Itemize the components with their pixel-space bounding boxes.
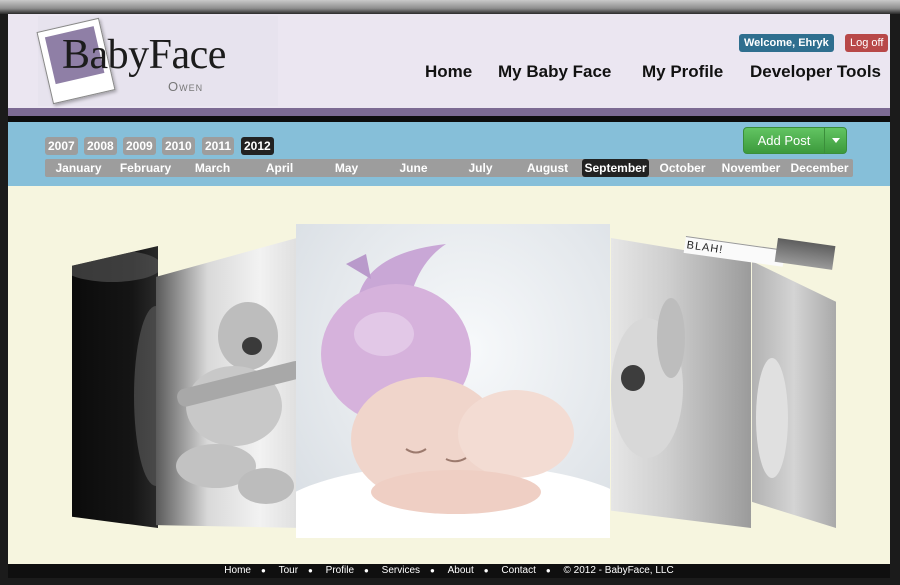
month-tab-may[interactable]: May — [313, 159, 380, 177]
gallery-photo-right[interactable] — [611, 238, 751, 528]
bullet-icon: ● — [364, 566, 369, 575]
yawning-baby-held-icon — [176, 302, 304, 504]
bullet-icon: ● — [308, 566, 313, 575]
month-tab-december[interactable]: December — [786, 159, 853, 177]
window-titlebar — [0, 0, 900, 14]
baby-photo-dark-icon — [72, 250, 158, 486]
baby-photo-gray-icon — [756, 358, 788, 478]
caret-down-icon[interactable] — [832, 138, 840, 143]
footer-link-services[interactable]: Services — [382, 565, 420, 576]
gallery-photo-center[interactable] — [296, 224, 610, 538]
month-tab-august[interactable]: August — [514, 159, 581, 177]
add-post-button[interactable]: Add Post — [743, 127, 847, 154]
year-tab-2011[interactable]: 2011 — [202, 137, 235, 155]
yawning-baby-icon — [611, 298, 685, 458]
gallery-photo-right-back[interactable] — [752, 261, 836, 528]
sleeping-baby-knit-hat-icon — [296, 244, 610, 538]
site-header: BabyFace Owen Welcome, Ehryk Log off Hom… — [8, 14, 890, 108]
photo-gallery: BLAH! — [8, 186, 890, 564]
nav-developer-tools[interactable]: Developer Tools — [750, 62, 881, 82]
month-tab-january[interactable]: January — [45, 159, 112, 177]
month-tab-november[interactable]: November — [716, 159, 786, 177]
logo[interactable]: BabyFace Owen — [36, 16, 278, 106]
gallery-photo-left-back[interactable] — [72, 246, 158, 528]
month-tab-february[interactable]: February — [112, 159, 179, 177]
bullet-icon: ● — [430, 566, 435, 575]
nav-my-baby-face[interactable]: My Baby Face — [498, 62, 611, 82]
month-tab-july[interactable]: July — [447, 159, 514, 177]
year-tab-2008[interactable]: 2008 — [84, 137, 117, 155]
footer-link-home[interactable]: Home — [224, 565, 251, 576]
bullet-icon: ● — [483, 566, 489, 575]
logoff-button[interactable]: Log off — [845, 34, 889, 52]
bullet-icon: ● — [260, 566, 266, 575]
timeline-toolbar: 2007 2008 2009 2010 2011 2012 January Fe… — [8, 122, 890, 186]
child-name: Owen — [168, 79, 204, 94]
month-tab-september[interactable]: September — [582, 159, 649, 177]
footer-link-contact[interactable]: Contact — [501, 565, 535, 576]
year-tab-2012[interactable]: 2012 — [241, 137, 274, 155]
welcome-badge[interactable]: Welcome, Ehryk — [739, 34, 834, 52]
month-tab-october[interactable]: October — [649, 159, 716, 177]
year-tab-2007[interactable]: 2007 — [45, 137, 78, 155]
footer-link-profile[interactable]: Profile — [326, 565, 354, 576]
brand-name: BabyFace — [62, 32, 226, 78]
year-tab-2010[interactable]: 2010 — [162, 137, 195, 155]
month-tab-june[interactable]: June — [380, 159, 447, 177]
footer-copyright: © 2012 - BabyFace, LLC — [563, 565, 674, 576]
add-post-label: Add Post — [757, 133, 811, 148]
nav-home[interactable]: Home — [425, 62, 472, 82]
month-tab-march[interactable]: March — [179, 159, 246, 177]
add-post-separator — [824, 128, 825, 153]
year-tab-2009[interactable]: 2009 — [123, 137, 156, 155]
header-accent-bar — [8, 108, 890, 116]
footer-link-tour[interactable]: Tour — [279, 565, 298, 576]
photo-corner-icon — [774, 238, 836, 270]
gallery-photo-left[interactable] — [156, 236, 304, 528]
site-footer: Home ● Tour ● Profile ● Services ● About ● Co… — [8, 564, 890, 578]
bullet-icon: ● — [545, 566, 551, 575]
month-tab-april[interactable]: April — [246, 159, 313, 177]
footer-link-about[interactable]: About — [448, 565, 474, 576]
nav-my-profile[interactable]: My Profile — [642, 62, 723, 82]
